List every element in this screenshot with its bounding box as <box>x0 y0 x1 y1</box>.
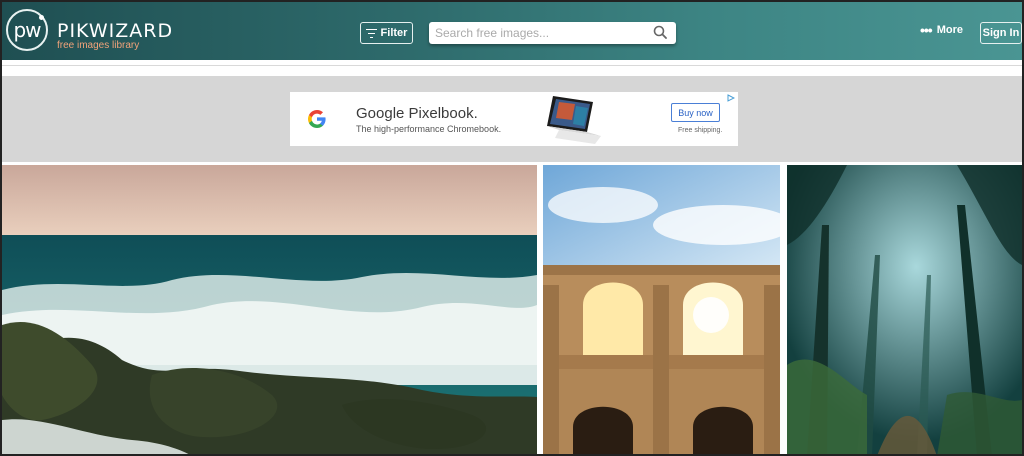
signin-button[interactable]: Sign In <box>980 22 1022 44</box>
ad-title: Google Pixelbook. <box>356 105 478 122</box>
ad-shipping: Free shipping. <box>678 127 723 134</box>
ellipsis-icon: ••• <box>920 22 933 38</box>
ad-banner[interactable]: Google Pixelbook. The high-performance C… <box>290 92 738 146</box>
image-tile[interactable] <box>2 165 537 456</box>
adchoices-icon[interactable] <box>727 94 735 102</box>
more-label: More <box>936 24 963 36</box>
image-tile[interactable] <box>787 165 1022 456</box>
ad-band: Google Pixelbook. The high-performance C… <box>2 76 1022 162</box>
filter-label: Filter <box>380 27 408 39</box>
logo-text: pw <box>13 18 41 42</box>
search-input[interactable] <box>429 22 639 44</box>
pixelbook-image <box>547 96 601 144</box>
filter-icon <box>365 28 377 38</box>
logo-icon[interactable]: pw <box>6 9 48 51</box>
search-box <box>429 22 676 44</box>
browser-frame: pw PIKWIZARD free images library Filter … <box>0 0 1024 456</box>
filter-button[interactable]: Filter <box>360 22 413 44</box>
google-logo-icon <box>308 110 326 128</box>
image-grid <box>2 165 1022 456</box>
search-icon[interactable] <box>653 25 667 39</box>
buy-now-button[interactable]: Buy now <box>671 103 720 122</box>
site-header: pw PIKWIZARD free images library Filter … <box>2 2 1022 60</box>
image-tile[interactable] <box>543 165 780 456</box>
brand-tagline: free images library <box>57 40 140 51</box>
more-menu[interactable]: ••• More <box>920 22 963 38</box>
brand-name[interactable]: PIKWIZARD <box>57 20 173 42</box>
logo-dot <box>39 15 44 20</box>
header-divider <box>2 60 1022 66</box>
ad-subtitle: The high-performance Chromebook. <box>356 124 502 134</box>
